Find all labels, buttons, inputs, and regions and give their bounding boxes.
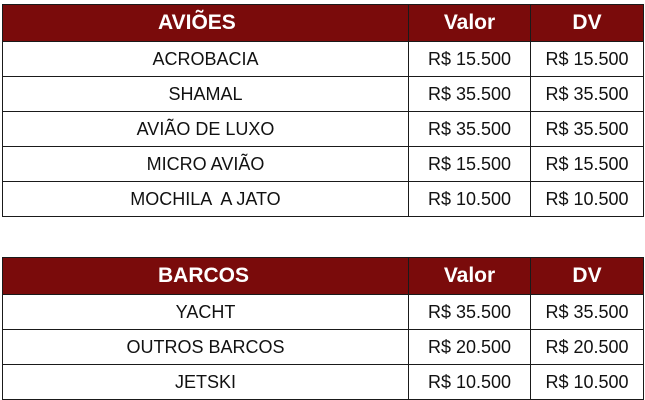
column-header-dv: DV <box>530 257 644 295</box>
table-row: JETSKI R$ 10.500 R$ 10.500 <box>2 364 644 400</box>
section-title-barcos: BARCOS <box>2 257 409 295</box>
item-valor: R$ 35.500 <box>408 111 531 147</box>
item-dv: R$ 15.500 <box>530 146 644 182</box>
column-header-valor: Valor <box>408 4 531 42</box>
item-name: JETSKI <box>2 364 409 400</box>
item-name: MOCHILA A JATO <box>2 181 409 217</box>
item-dv: R$ 35.500 <box>530 294 644 330</box>
table-row: ACROBACIA R$ 15.500 R$ 15.500 <box>2 41 644 77</box>
item-dv: R$ 35.500 <box>530 111 644 147</box>
item-name: AVIÃO DE LUXO <box>2 111 409 147</box>
item-valor: R$ 15.500 <box>408 41 531 77</box>
item-valor: R$ 10.500 <box>408 181 531 217</box>
item-valor: R$ 20.500 <box>408 329 531 365</box>
column-header-valor: Valor <box>408 257 531 295</box>
item-dv: R$ 10.500 <box>530 181 644 217</box>
item-valor: R$ 15.500 <box>408 146 531 182</box>
item-name: ACROBACIA <box>2 41 409 77</box>
item-dv: R$ 10.500 <box>530 364 644 400</box>
table-row: OUTROS BARCOS R$ 20.500 R$ 20.500 <box>2 329 644 365</box>
avioes-table: AVIÕES Valor DV ACROBACIA R$ 15.500 R$ 1… <box>2 4 644 217</box>
item-name: MICRO AVIÃO <box>2 146 409 182</box>
table-header-row: AVIÕES Valor DV <box>2 4 644 42</box>
table-row: MICRO AVIÃO R$ 15.500 R$ 15.500 <box>2 146 644 182</box>
table-row: MOCHILA A JATO R$ 10.500 R$ 10.500 <box>2 181 644 217</box>
table-row: SHAMAL R$ 35.500 R$ 35.500 <box>2 76 644 112</box>
barcos-table: BARCOS Valor DV YACHT R$ 35.500 R$ 35.50… <box>2 257 644 400</box>
item-valor: R$ 35.500 <box>408 76 531 112</box>
item-valor: R$ 10.500 <box>408 364 531 400</box>
item-name: OUTROS BARCOS <box>2 329 409 365</box>
item-name: YACHT <box>2 294 409 330</box>
table-row: YACHT R$ 35.500 R$ 35.500 <box>2 294 644 330</box>
item-dv: R$ 35.500 <box>530 76 644 112</box>
table-row: AVIÃO DE LUXO R$ 35.500 R$ 35.500 <box>2 111 644 147</box>
item-dv: R$ 15.500 <box>530 41 644 77</box>
item-name: SHAMAL <box>2 76 409 112</box>
table-header-row: BARCOS Valor DV <box>2 257 644 295</box>
item-dv: R$ 20.500 <box>530 329 644 365</box>
section-title-avioes: AVIÕES <box>2 4 409 42</box>
column-header-dv: DV <box>530 4 644 42</box>
item-valor: R$ 35.500 <box>408 294 531 330</box>
